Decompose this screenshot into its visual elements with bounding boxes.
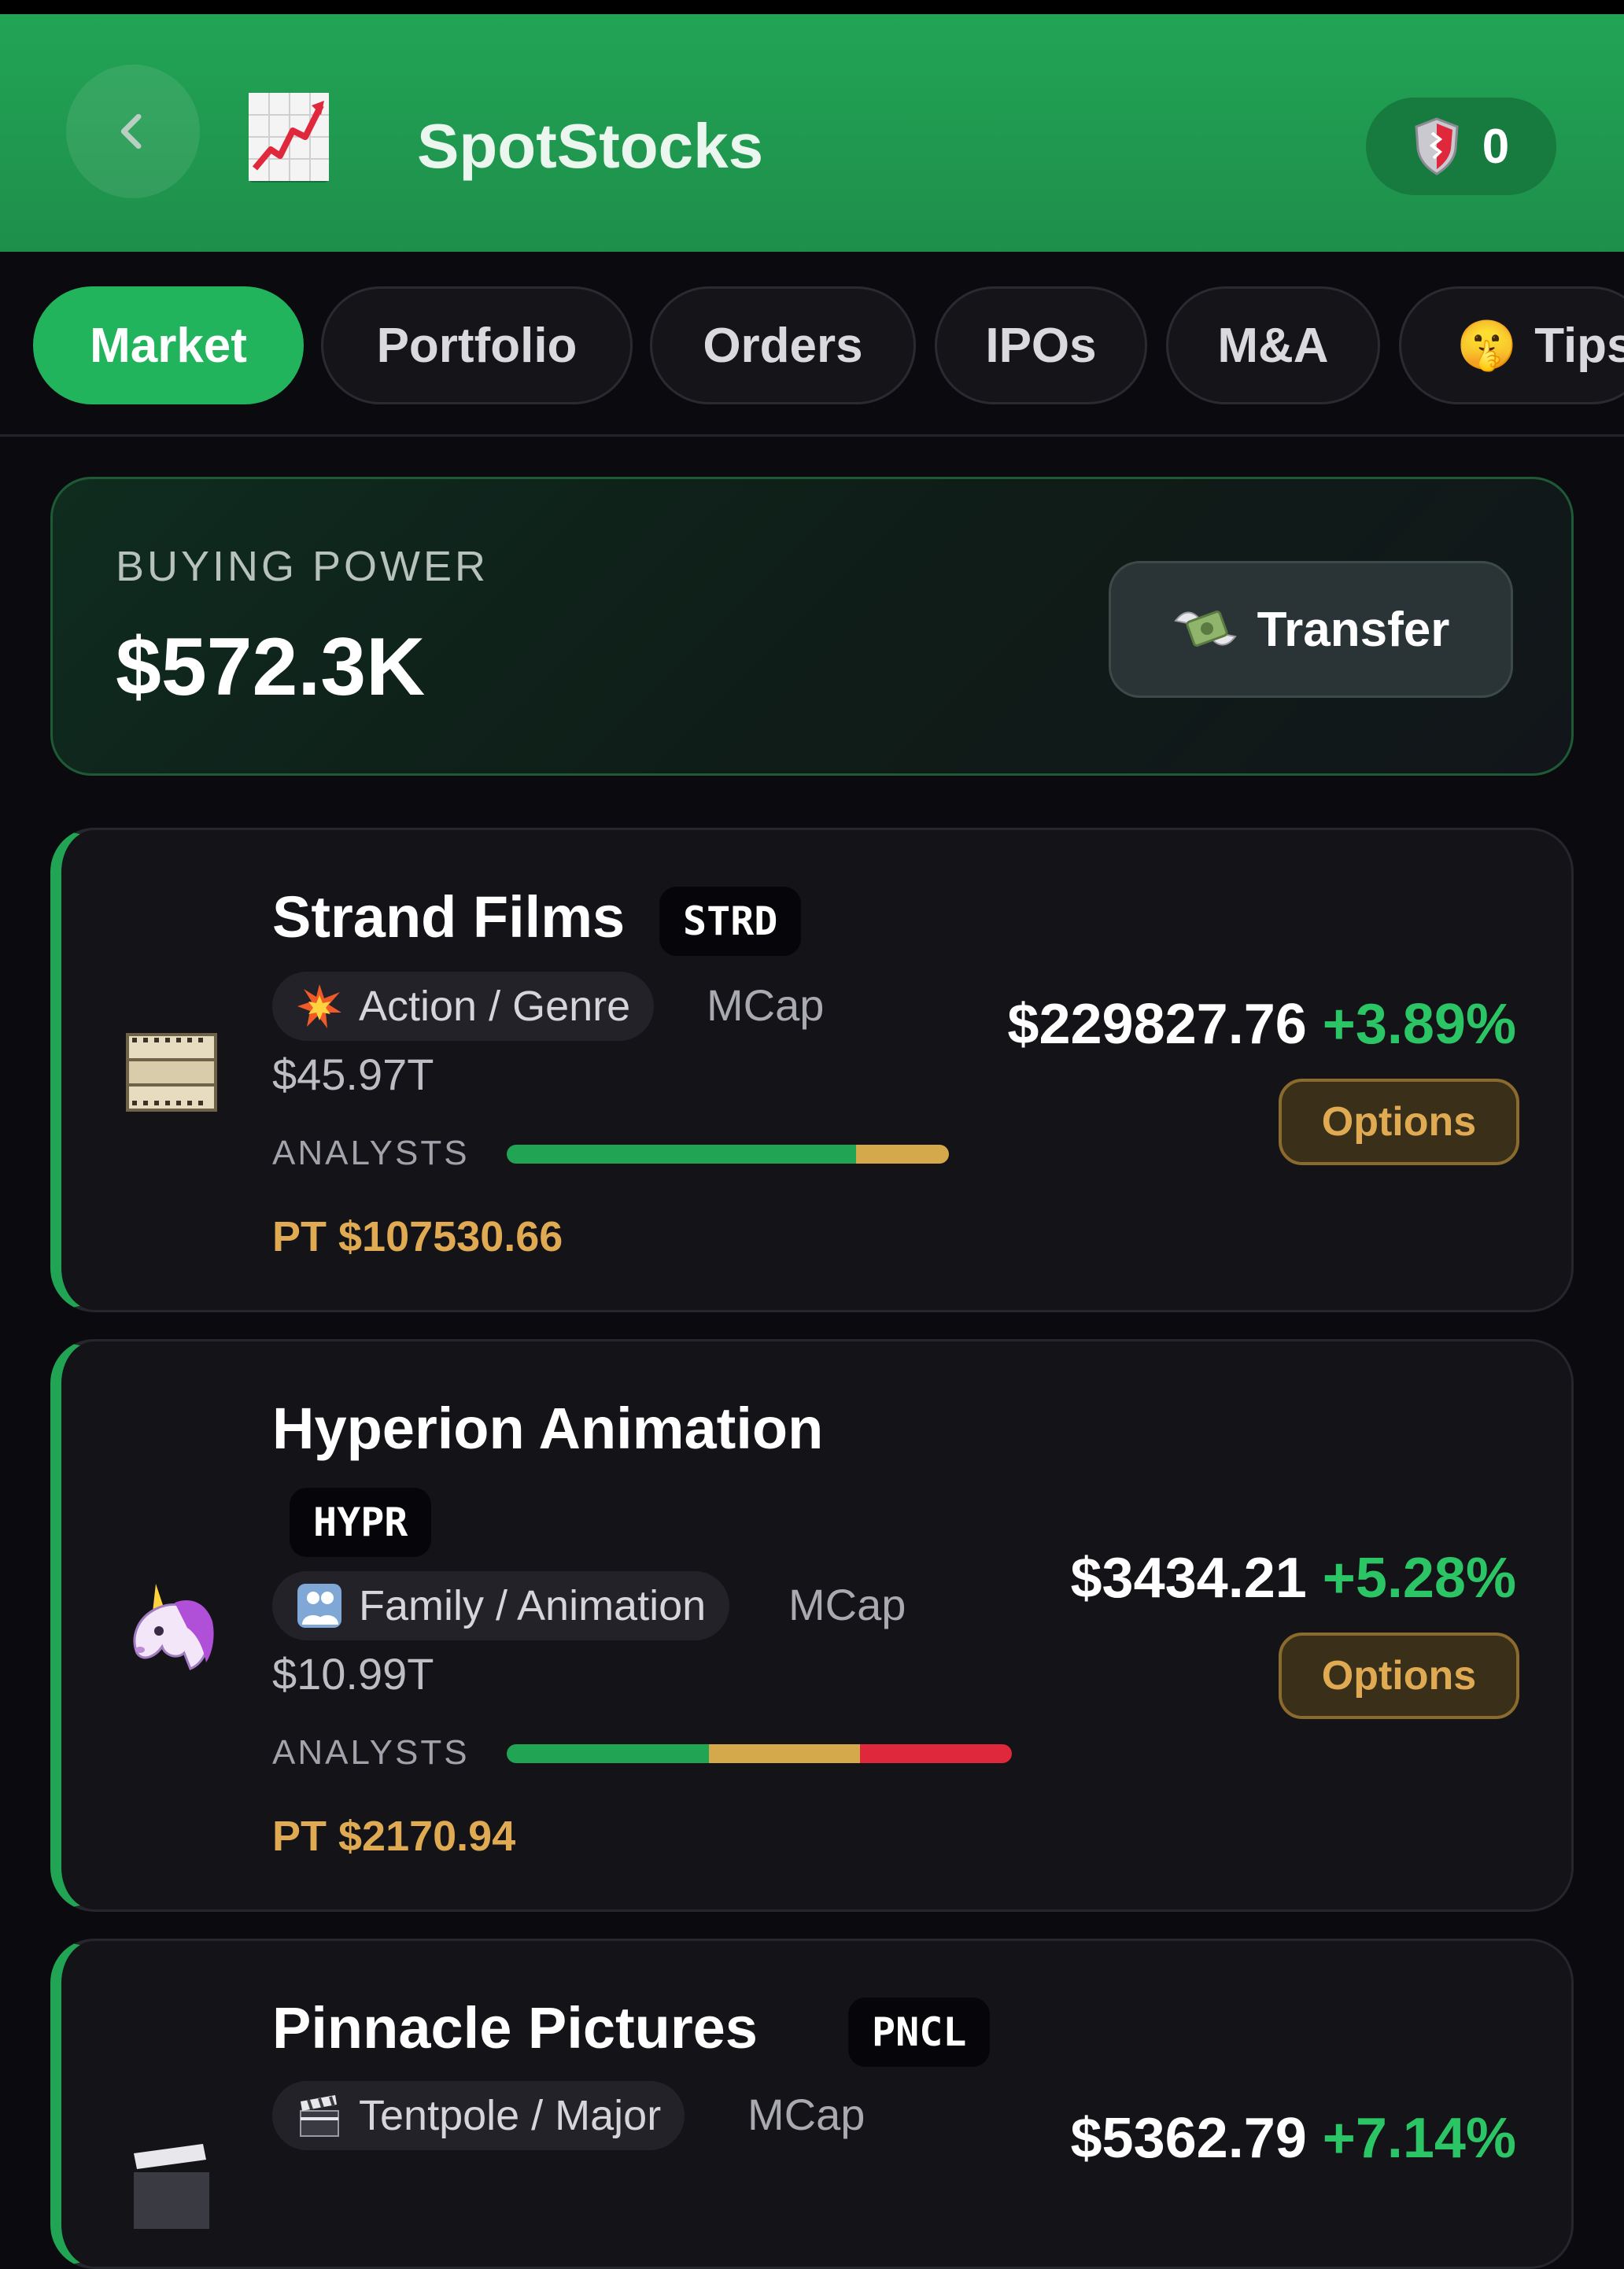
buying-power-card: BUYING POWER $572.3K Transfer	[50, 477, 1574, 776]
clapper-board-icon	[134, 2144, 209, 2229]
tab-label: Tips	[1534, 318, 1624, 373]
genre-chip: Tentpole / Major	[272, 2081, 685, 2150]
price-line: $5362.79 +7.14%	[1070, 2106, 1516, 2171]
shield-icon	[1415, 117, 1459, 175]
stock-name: Strand Films	[272, 884, 626, 950]
tab-label: Market	[90, 318, 247, 373]
analysts-label: ANALYSTS	[272, 1733, 470, 1772]
genre-label: Family / Animation	[359, 1582, 707, 1629]
mcap-value: $45.97T	[272, 1050, 434, 1099]
options-button[interactable]: Options	[1279, 1633, 1519, 1719]
chevron-left-icon	[120, 113, 142, 149]
mcap-label: MCap	[707, 980, 825, 1030]
genre-chip: Action / Genre	[272, 972, 655, 1041]
price-line: $229827.76 +3.89%	[1007, 992, 1516, 1057]
mcap-value: $10.99T	[272, 1649, 434, 1699]
tab-portfolio[interactable]: Portfolio	[321, 286, 633, 404]
mcap-label: MCap	[788, 1580, 906, 1629]
chart-increasing-icon	[249, 93, 329, 181]
stock-card-hypr[interactable]: Hyperion Animation HYPR Family / Animati…	[50, 1339, 1574, 1912]
shield-count: 0	[1482, 119, 1510, 174]
tab-market[interactable]: Market	[33, 286, 304, 404]
tab-label: Orders	[703, 318, 863, 373]
analyst-hold-segment	[855, 1145, 949, 1164]
money-with-wings-icon	[1173, 611, 1237, 647]
stock-price: $229827.76	[1007, 993, 1307, 1056]
analyst-hold-segment	[708, 1744, 861, 1763]
buying-power-label: BUYING POWER	[116, 543, 489, 590]
options-label: Options	[1321, 1099, 1477, 1145]
genre-label: Action / Genre	[359, 983, 631, 1030]
transfer-label: Transfer	[1257, 602, 1450, 657]
genre-chip: Family / Animation	[272, 1571, 730, 1640]
price-change: +3.89%	[1322, 993, 1516, 1056]
stock-name: Hyperion Animation	[272, 1396, 824, 1461]
ticker-badge: STRD	[659, 887, 802, 956]
price-change: +5.28%	[1322, 1547, 1516, 1610]
stock-card-strd[interactable]: Strand Films STRD Action / Genre MCap $4…	[50, 828, 1574, 1312]
back-button[interactable]	[66, 65, 200, 198]
tab-label: IPOs	[985, 318, 1097, 373]
price-target: PT $2170.94	[272, 1813, 516, 1860]
stock-price: $5362.79	[1070, 2107, 1307, 2170]
analyst-buy-segment	[507, 1145, 856, 1164]
analyst-rating-bar	[507, 1744, 1012, 1763]
price-change: +7.14%	[1322, 2107, 1516, 2170]
analyst-buy-segment	[507, 1744, 709, 1763]
tab-m-and-a[interactable]: M&A	[1166, 286, 1380, 404]
clapper-board-icon	[300, 2095, 339, 2137]
genre-label: Tentpole / Major	[359, 2092, 662, 2139]
ticker-badge: HYPR	[290, 1488, 432, 1557]
price-target: PT $107530.66	[272, 1213, 563, 1260]
shield-counter[interactable]: 0	[1366, 98, 1556, 195]
tab-label: M&A	[1217, 318, 1329, 373]
collision-icon	[297, 984, 341, 1028]
price-line: $3434.21 +5.28%	[1070, 1546, 1516, 1610]
options-button[interactable]: Options	[1279, 1079, 1519, 1165]
app-header: SpotStocks 0	[0, 14, 1624, 252]
ticker-badge: PNCL	[848, 1998, 991, 2067]
shushing-face-icon: 🤫	[1456, 318, 1518, 373]
analysts-label: ANALYSTS	[272, 1134, 470, 1172]
tab-bar: Market Portfolio Orders IPOs M&A 🤫 Tips	[0, 252, 1624, 437]
buying-power-value: $572.3K	[116, 622, 426, 713]
status-strip	[0, 0, 1624, 14]
stock-name: Pinnacle Pictures	[272, 1995, 758, 2061]
unicorn-icon	[133, 1584, 214, 1670]
film-frames-icon	[126, 1033, 217, 1112]
tab-tips[interactable]: 🤫 Tips	[1399, 286, 1624, 404]
options-label: Options	[1321, 1653, 1477, 1699]
app-title: SpotStocks	[417, 111, 764, 181]
stock-card-pncl[interactable]: Pinnacle Pictures PNCL Tentpole / Major …	[50, 1939, 1574, 2269]
tab-label: Portfolio	[376, 318, 578, 373]
tab-ipos[interactable]: IPOs	[935, 286, 1147, 404]
mcap-label: MCap	[747, 2090, 866, 2139]
tab-orders[interactable]: Orders	[650, 286, 916, 404]
analyst-rating-bar	[507, 1145, 949, 1164]
analyst-sell-segment	[860, 1744, 1012, 1763]
family-icon	[297, 1584, 341, 1628]
stock-price: $3434.21	[1070, 1547, 1307, 1610]
transfer-button[interactable]: Transfer	[1109, 561, 1513, 698]
